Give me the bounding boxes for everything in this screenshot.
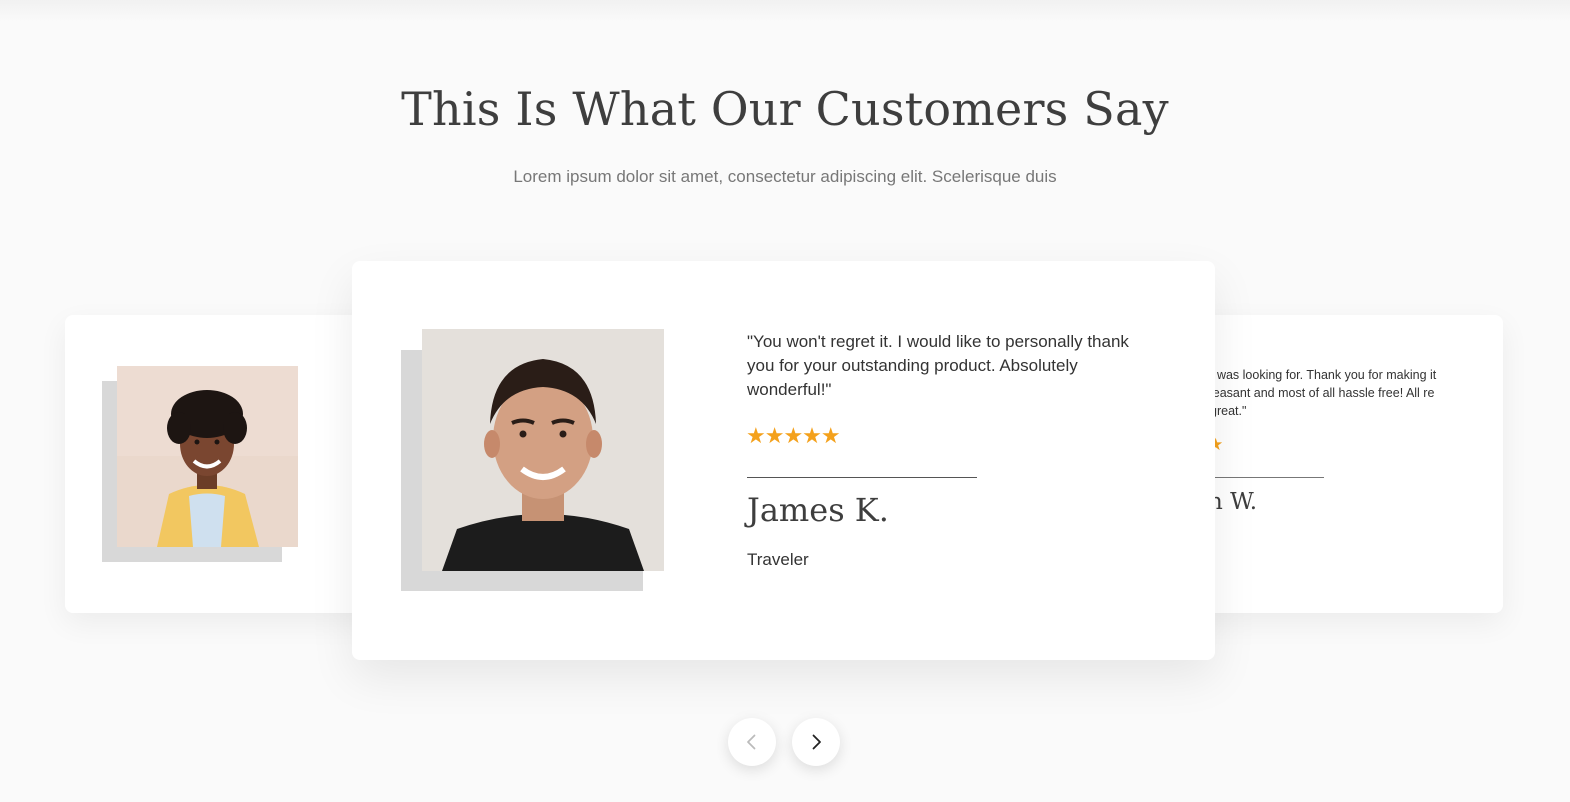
woman-portrait-icon xyxy=(117,366,298,547)
customer-photo xyxy=(422,329,664,571)
chevron-right-icon xyxy=(812,734,821,750)
star-rating: ★★★★★ xyxy=(746,424,841,449)
chevron-left-icon xyxy=(747,734,756,750)
testimonial-card-active[interactable]: "You won't regret it. I would like to pe… xyxy=(352,261,1215,660)
divider xyxy=(1210,477,1324,478)
section-subtitle: Lorem ipsum dolor sit amet, consectetur … xyxy=(513,167,1057,186)
divider xyxy=(747,477,977,478)
man-portrait-icon xyxy=(422,329,664,571)
testimonial-quote: "You won't regret it. I would like to pe… xyxy=(747,332,1129,399)
testimonial-quote: I was looking for. Thank you for making … xyxy=(1210,368,1437,418)
customer-name: n W. xyxy=(1208,489,1258,515)
customer-role: Traveler xyxy=(747,550,809,569)
prev-button[interactable] xyxy=(728,718,776,766)
section-title: This Is What Our Customers Say xyxy=(401,82,1169,136)
next-button[interactable] xyxy=(792,718,840,766)
customer-name: James K. xyxy=(747,491,889,529)
top-shade xyxy=(0,0,1570,22)
customer-photo xyxy=(117,366,298,547)
